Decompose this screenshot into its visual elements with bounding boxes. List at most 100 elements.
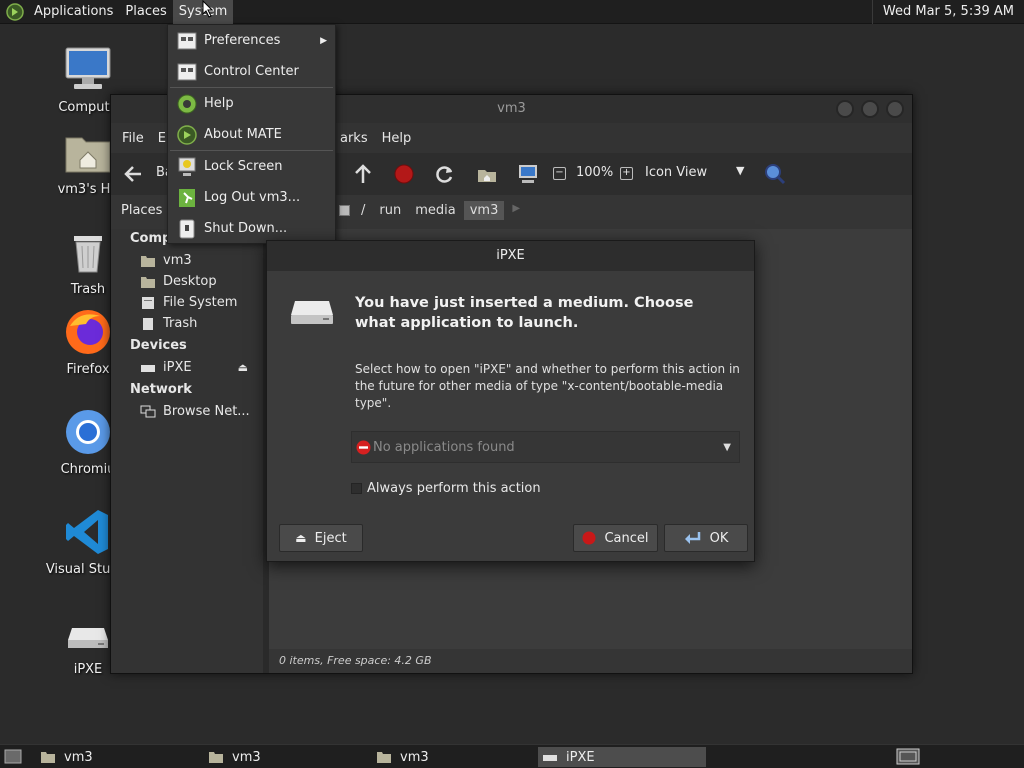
sidebar-item-desktop[interactable]: Desktop — [111, 271, 263, 292]
status-bar: 0 items, Free space: 4.2 GB — [269, 649, 912, 673]
crumb-vm3[interactable]: vm3 — [463, 200, 505, 220]
sidebar-item-label: iPXE — [163, 360, 192, 375]
folder-icon — [209, 751, 223, 763]
places-selector[interactable]: Places — [121, 203, 162, 218]
sidebar-item-label: Trash — [163, 316, 198, 331]
sidebar-item-label: Browse Net... — [163, 404, 250, 419]
show-desktop-icon[interactable] — [4, 749, 22, 764]
cancel-icon — [582, 531, 596, 545]
close-button[interactable] — [886, 100, 904, 118]
menu-item-label: Log Out vm3... — [204, 190, 301, 205]
menu-bookmarks[interactable]: arks — [333, 131, 375, 146]
reload-icon[interactable] — [435, 164, 455, 184]
crumb-next-icon[interactable]: ▶ — [506, 201, 526, 220]
menu-item-help[interactable]: Help — [168, 88, 335, 119]
computer-icon[interactable] — [517, 163, 539, 185]
drive-icon — [543, 754, 557, 761]
always-perform-checkbox[interactable] — [351, 483, 362, 494]
home-icon[interactable] — [476, 164, 498, 184]
network-icon — [140, 405, 156, 417]
checkbox-label: Always perform this action — [367, 481, 541, 496]
maximize-button[interactable] — [861, 100, 879, 118]
clock[interactable]: Wed Mar 5, 5:39 AM — [871, 0, 1020, 24]
task-button-vm3-3[interactable]: vm3 — [372, 747, 532, 767]
menu-item-about-mate[interactable]: About MATE — [168, 119, 335, 150]
filesystem-icon — [142, 296, 154, 309]
task-label: iPXE — [566, 749, 595, 765]
sidebar-item-ipxe[interactable]: iPXE ⏏ — [111, 357, 263, 378]
drive-icon — [68, 628, 108, 648]
sidebar-item-browse-network[interactable]: Browse Net... — [111, 401, 263, 422]
menu-item-label: About MATE — [204, 127, 282, 142]
home-folder-icon — [65, 137, 111, 173]
stop-icon[interactable] — [394, 164, 414, 184]
top-panel: Applications Places System Wed Mar 5, 5:… — [0, 0, 1024, 24]
up-arrow-icon[interactable] — [353, 163, 373, 185]
workspace-switcher-icon[interactable] — [896, 748, 920, 765]
sidebar-item-file-system[interactable]: File System — [111, 292, 263, 313]
zoom-out-button[interactable]: − — [553, 167, 566, 180]
sidebar-heading-network: Network — [130, 382, 192, 397]
ok-button[interactable]: OK — [664, 524, 748, 552]
control-center-icon — [177, 63, 197, 80]
chromium-icon — [66, 410, 110, 454]
zoom-level: 100% — [576, 165, 614, 180]
drive-crumb-icon[interactable] — [339, 204, 350, 216]
dialog-titlebar[interactable]: iPXE — [267, 241, 754, 271]
eject-button[interactable]: ⏏ Eject — [279, 524, 363, 552]
dialog-description: Select how to open "iPXE" and whether to… — [355, 362, 740, 410]
drive-icon — [141, 364, 155, 372]
shutdown-icon — [179, 219, 195, 238]
menu-item-preferences[interactable]: Preferences ▶ — [168, 25, 335, 56]
task-button-vm3-2[interactable]: vm3 — [204, 747, 364, 767]
cancel-button-label: Cancel — [604, 530, 649, 546]
menu-help[interactable]: Help — [375, 131, 419, 146]
autorun-dialog: iPXE You have just inserted a medium. Ch… — [266, 240, 755, 562]
logout-icon — [179, 188, 195, 207]
applications-menu[interactable]: Applications — [28, 0, 119, 24]
folder-icon — [41, 751, 55, 763]
menu-item-control-center[interactable]: Control Center — [168, 56, 335, 87]
menu-file[interactable]: File — [115, 131, 151, 146]
task-button-vm3-1[interactable]: vm3 — [36, 747, 196, 767]
crumb-run[interactable]: run — [373, 201, 407, 220]
menu-item-lock-screen[interactable]: Lock Screen — [168, 151, 335, 182]
search-icon[interactable] — [764, 163, 786, 185]
view-mode-select[interactable]: Icon View — [645, 165, 707, 180]
minimize-button[interactable] — [836, 100, 854, 118]
preferences-icon — [177, 32, 197, 49]
zoom-in-button[interactable]: + — [620, 167, 633, 180]
no-entry-icon — [356, 440, 371, 454]
menu-item-label: Shut Down... — [204, 221, 288, 236]
task-button-ipxe[interactable]: iPXE — [538, 747, 706, 767]
mate-logo-icon[interactable] — [6, 2, 24, 21]
eject-button-label: Eject — [314, 530, 347, 546]
always-perform-checkbox-row[interactable]: Always perform this action — [351, 481, 541, 496]
menu-item-label: Preferences — [204, 33, 281, 48]
cancel-button[interactable]: Cancel — [573, 524, 658, 552]
about-icon — [177, 124, 197, 145]
computer-icon — [65, 47, 111, 89]
sidebar-item-label: Desktop — [163, 274, 217, 289]
sidebar-heading-devices: Devices — [130, 338, 187, 353]
desktop-folder-icon — [141, 276, 155, 288]
task-label: vm3 — [232, 749, 261, 765]
crumb-media[interactable]: media — [409, 201, 462, 220]
sidebar-item-vm3[interactable]: vm3 — [111, 250, 263, 271]
task-label: vm3 — [64, 749, 93, 765]
crumb-root[interactable]: / — [355, 201, 371, 220]
menu-item-label: Lock Screen — [204, 159, 283, 174]
eject-icon[interactable]: ⏏ — [238, 361, 248, 374]
chevron-down-icon[interactable]: ▼ — [736, 164, 744, 177]
menu-item-log-out[interactable]: Log Out vm3... — [168, 182, 335, 213]
breadcrumb: / run media vm3 ▶ — [354, 200, 527, 220]
sidebar-item-label: File System — [163, 295, 238, 310]
places-menu[interactable]: Places — [119, 0, 172, 24]
application-select-value: No applications found — [373, 439, 515, 455]
application-select[interactable]: No applications found ▼ — [351, 431, 740, 463]
help-icon — [177, 94, 197, 113]
sidebar-item-trash[interactable]: Trash — [111, 313, 263, 334]
back-arrow-icon[interactable] — [123, 165, 143, 183]
eject-icon: ⏏ — [295, 531, 307, 545]
ok-button-label: OK — [709, 530, 729, 546]
